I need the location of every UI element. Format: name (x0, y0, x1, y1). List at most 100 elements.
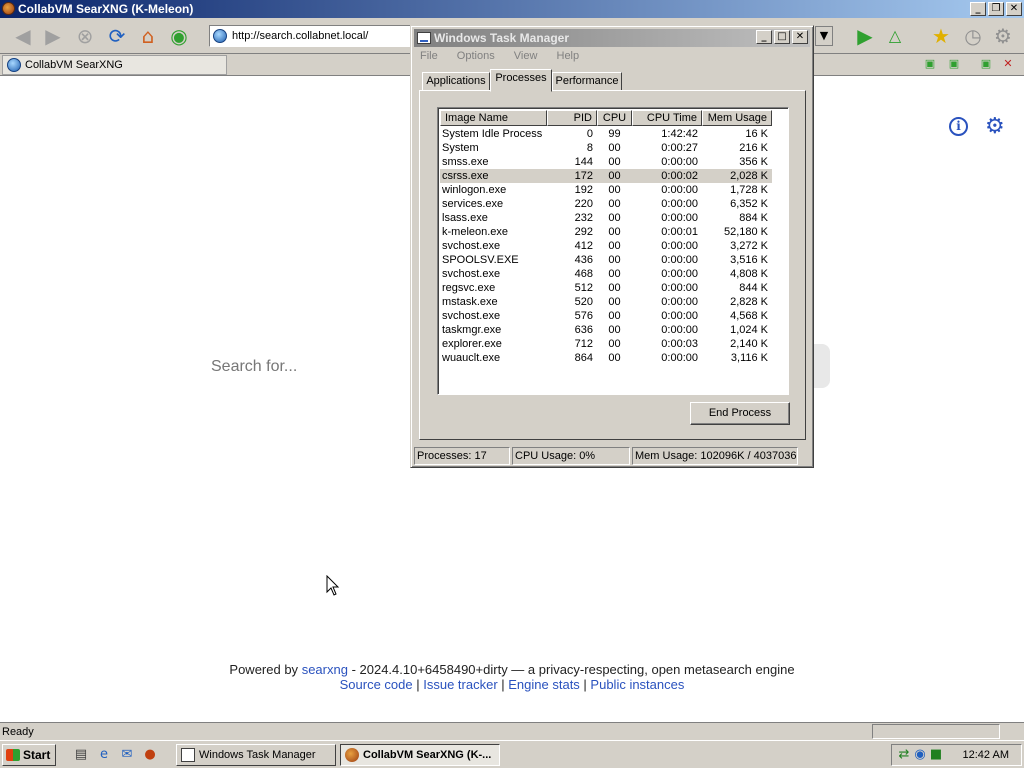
task-manager-window[interactable]: Windows Task Manager _ □ ✕ File Options … (410, 25, 814, 468)
forward-icon[interactable]: ▶ (40, 23, 66, 49)
process-row[interactable]: wuauclt.exe 864 00 0:00:00 3,116 K (440, 351, 772, 365)
task-manager-task-icon (181, 748, 195, 762)
menu-options[interactable]: Options (457, 50, 495, 62)
process-cell: System (442, 142, 479, 154)
bookmark-star-icon[interactable]: ★ (928, 23, 954, 49)
searxng-link[interactable]: searxng (302, 662, 348, 677)
search-input[interactable]: Search for... (211, 358, 297, 376)
task-windows-task-manager[interactable]: Windows Task Manager (176, 744, 336, 766)
tab-processes[interactable]: Processes (490, 69, 552, 92)
settings-gear-icon[interactable]: ⚙ (985, 114, 1005, 139)
network-tray-icon[interactable]: ⇄ (896, 747, 912, 763)
internet-explorer-icon[interactable]: e (96, 747, 112, 763)
process-cell: 00 (608, 198, 621, 210)
process-cell: 0:00:00 (661, 254, 698, 266)
tm-minimize-button[interactable]: _ (756, 30, 772, 44)
process-row[interactable]: svchost.exe 576 00 0:00:00 4,568 K (440, 309, 772, 323)
process-row[interactable]: System Idle Process 0 99 1:42:42 16 K (440, 127, 772, 141)
public-instances-link[interactable]: Public instances (590, 677, 684, 692)
tab-prev-icon[interactable]: ▣ (922, 56, 938, 72)
process-cell: 576 (574, 310, 593, 322)
info-icon[interactable]: i (949, 117, 968, 136)
col-cpu[interactable]: CPU (597, 110, 632, 126)
tab-label: CollabVM SearXNG (25, 59, 123, 71)
process-row[interactable]: svchost.exe 468 00 0:00:00 4,808 K (440, 267, 772, 281)
process-row[interactable]: regsvc.exe 512 00 0:00:00 844 K (440, 281, 772, 295)
kmeleon-quicklaunch-icon[interactable]: ● (142, 747, 158, 763)
up-icon[interactable]: △ (882, 23, 908, 49)
task-manager-status-bar: Processes: 17 CPU Usage: 0% Mem Usage: 1… (414, 447, 810, 465)
process-cell: 00 (608, 170, 621, 182)
process-row[interactable]: smss.exe 144 00 0:00:00 356 K (440, 155, 772, 169)
footer-links: Source code | Issue tracker | Engine sta… (339, 677, 685, 692)
task-kmeleon[interactable]: CollabVM SearXNG (K-... (340, 744, 500, 766)
stop-icon[interactable]: ⊗ (72, 23, 98, 49)
process-cell: 4,808 K (730, 268, 768, 280)
process-row[interactable]: taskmgr.exe 636 00 0:00:00 1,024 K (440, 323, 772, 337)
process-row[interactable]: winlogon.exe 192 00 0:00:00 1,728 K (440, 183, 772, 197)
url-bar[interactable]: http://search.collabnet.local/ (209, 25, 414, 47)
end-process-button[interactable]: End Process (690, 402, 790, 425)
task-manager-title-bar[interactable]: Windows Task Manager _ □ ✕ (414, 29, 810, 47)
process-cell: winlogon.exe (442, 184, 507, 196)
history-icon[interactable]: ◷ (960, 23, 986, 49)
minimize-button[interactable]: _ (970, 2, 986, 16)
process-cell: 864 (574, 352, 593, 364)
show-desktop-icon[interactable]: ▤ (73, 747, 89, 763)
tab-applications[interactable]: Applications (422, 72, 490, 91)
col-mem-usage[interactable]: Mem Usage (702, 110, 772, 126)
col-pid[interactable]: PID (547, 110, 597, 126)
process-row[interactable]: mstask.exe 520 00 0:00:00 2,828 K (440, 295, 772, 309)
menu-file[interactable]: File (420, 50, 438, 62)
outlook-express-icon[interactable]: ✉ (119, 747, 135, 763)
col-image-name[interactable]: Image Name (440, 110, 547, 126)
start-button[interactable]: Start (2, 744, 56, 766)
menu-help[interactable]: Help (557, 50, 580, 62)
process-cell: 00 (608, 142, 621, 154)
process-row[interactable]: explorer.exe 712 00 0:00:03 2,140 K (440, 337, 772, 351)
menu-view[interactable]: View (514, 50, 538, 62)
tm-maximize-button[interactable]: □ (774, 30, 790, 44)
process-row[interactable]: System 8 00 0:00:27 216 K (440, 141, 772, 155)
process-row[interactable]: lsass.exe 232 00 0:00:00 884 K (440, 211, 772, 225)
new-tab-icon[interactable]: ▣ (978, 56, 994, 72)
browser-title-bar[interactable]: CollabVM SearXNG (K-Meleon) _ ❐ ✕ (0, 0, 1024, 18)
col-cpu-time[interactable]: CPU Time (632, 110, 702, 126)
process-cell: SPOOLSV.EXE (442, 254, 519, 266)
process-list[interactable]: Image Name PID CPU CPU Time Mem Usage Sy… (437, 107, 789, 395)
process-cell: 00 (608, 184, 621, 196)
url-dropdown-icon[interactable]: ▼ (815, 26, 833, 46)
close-tab-icon[interactable]: ✕ (1000, 56, 1016, 72)
tab-performance[interactable]: Performance (552, 72, 622, 91)
process-cell: 4,568 K (730, 310, 768, 322)
preferences-icon[interactable]: ⚙ (990, 23, 1016, 49)
process-row[interactable]: SPOOLSV.EXE 436 00 0:00:00 3,516 K (440, 253, 772, 267)
process-cell: 00 (608, 338, 621, 350)
process-row[interactable]: svchost.exe 412 00 0:00:00 3,272 K (440, 239, 772, 253)
home-icon[interactable]: ⌂ (135, 23, 161, 49)
tab-next-icon[interactable]: ▣ (946, 56, 962, 72)
process-row[interactable]: csrss.exe 172 00 0:00:02 2,028 K (440, 169, 772, 183)
issue-tracker-link[interactable]: Issue tracker (423, 677, 497, 692)
source-code-link[interactable]: Source code (340, 677, 413, 692)
process-cell: 412 (574, 240, 593, 252)
close-button[interactable]: ✕ (1006, 2, 1022, 16)
back-icon[interactable]: ◀ (10, 23, 36, 49)
process-row[interactable]: k-meleon.exe 292 00 0:00:01 52,180 K (440, 225, 772, 239)
update-tray-icon[interactable]: ◉ (912, 747, 928, 763)
process-cell: 436 (574, 254, 593, 266)
tm-close-button[interactable]: ✕ (792, 30, 808, 44)
globe-icon[interactable]: ◉ (166, 23, 192, 49)
engine-stats-link[interactable]: Engine stats (508, 677, 580, 692)
go-icon[interactable]: ▶ (852, 23, 878, 49)
taskbar: Start ▤ e ✉ ● Windows Task Manager Colla… (0, 740, 1024, 768)
maximize-button[interactable]: ❐ (988, 2, 1004, 16)
process-row[interactable]: services.exe 220 00 0:00:00 6,352 K (440, 197, 772, 211)
tm-tray-icon[interactable]: ■ (928, 747, 944, 763)
browser-tab[interactable]: CollabVM SearXNG (2, 55, 227, 75)
clock[interactable]: 12:42 AM (963, 745, 1009, 765)
process-cell: 0:00:00 (661, 268, 698, 280)
reload-icon[interactable]: ⟳ (104, 23, 130, 49)
process-cell: 144 (574, 156, 593, 168)
kmeleon-task-icon (345, 748, 359, 762)
